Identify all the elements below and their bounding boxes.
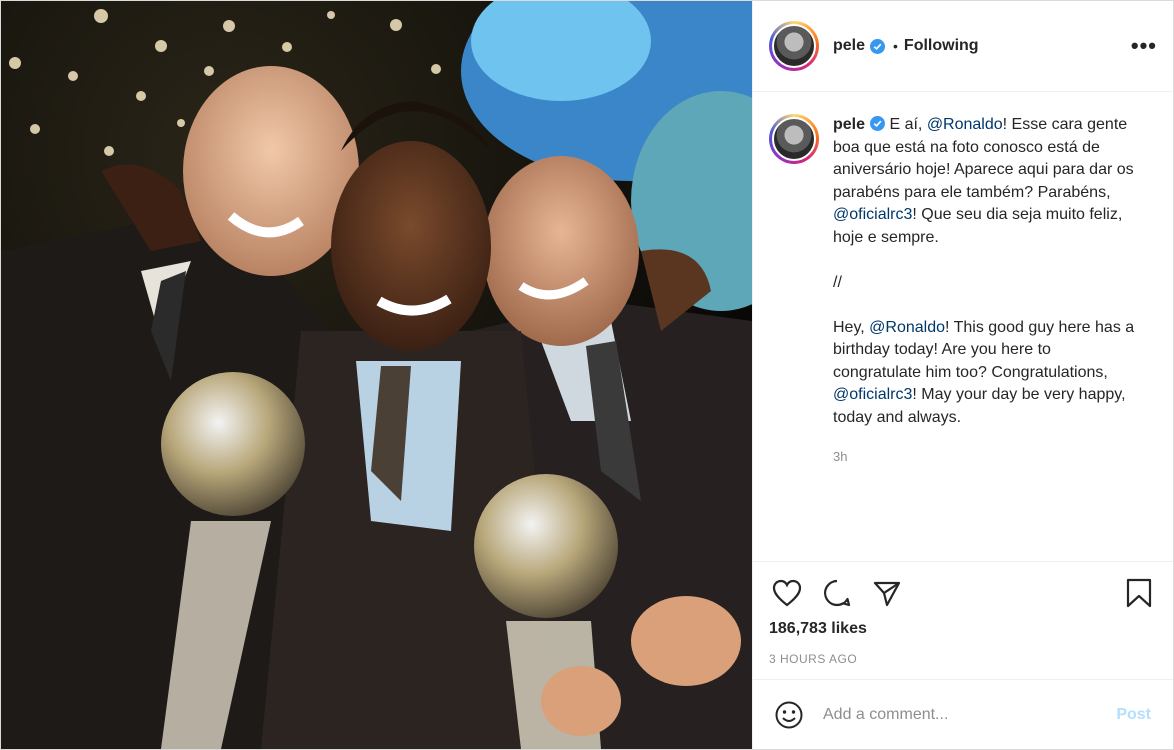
more-horizontal-icon[interactable]: ••• — [1131, 33, 1157, 59]
comment-input[interactable] — [823, 705, 1117, 724]
following-button[interactable]: Following — [904, 37, 979, 55]
verified-badge-icon — [870, 116, 886, 131]
likes-count[interactable]: 186,783 likes — [769, 620, 1157, 638]
post-timestamp[interactable]: 3 HOURS AGO — [769, 652, 1157, 666]
profile-avatar[interactable] — [769, 21, 819, 71]
add-comment-bar: Post — [753, 679, 1173, 749]
comments-section: pele E aí, @Ronaldo! Esse cara gente boa… — [753, 92, 1173, 561]
instagram-post: pele • Following ••• pele E aí, @Ronaldo… — [0, 0, 1174, 750]
caption-text: E aí, — [885, 116, 927, 133]
verified-badge-icon — [870, 38, 886, 54]
share-icon[interactable] — [869, 575, 905, 611]
post-photo[interactable] — [1, 1, 752, 749]
post-sidebar: pele • Following ••• pele E aí, @Ronaldo… — [752, 1, 1173, 749]
actions-bar: 186,783 likes 3 HOURS AGO — [753, 561, 1173, 679]
avatar-image — [772, 24, 816, 68]
photo-illustration — [1, 1, 752, 749]
header-username[interactable]: pele — [833, 37, 865, 55]
mention-link[interactable]: @oficialrc3 — [833, 206, 912, 223]
post-button[interactable]: Post — [1116, 706, 1151, 724]
caption-separator: // — [833, 273, 842, 291]
caption-username[interactable]: pele — [833, 116, 865, 133]
mention-link[interactable]: @Ronaldo — [869, 319, 945, 336]
caption-time[interactable]: 3h — [833, 446, 1143, 469]
caption-english: Hey, @Ronaldo! This good guy here has a … — [833, 317, 1143, 430]
heart-icon[interactable] — [769, 575, 805, 611]
comment-icon[interactable] — [819, 575, 855, 611]
emoji-icon[interactable] — [773, 699, 805, 731]
caption: pele E aí, @Ronaldo! Esse cara gente boa… — [833, 114, 1143, 561]
caption-portuguese: pele E aí, @Ronaldo! Esse cara gente boa… — [833, 114, 1143, 249]
mention-link[interactable]: @Ronaldo — [927, 116, 1003, 133]
caption-text: Hey, — [833, 318, 870, 336]
avatar-image — [772, 117, 816, 161]
caption-avatar[interactable] — [769, 114, 819, 164]
separator-dot: • — [893, 38, 898, 54]
bookmark-icon[interactable] — [1121, 575, 1157, 611]
mention-link[interactable]: @oficialrc3 — [833, 386, 912, 403]
post-header: pele • Following ••• — [753, 1, 1173, 92]
